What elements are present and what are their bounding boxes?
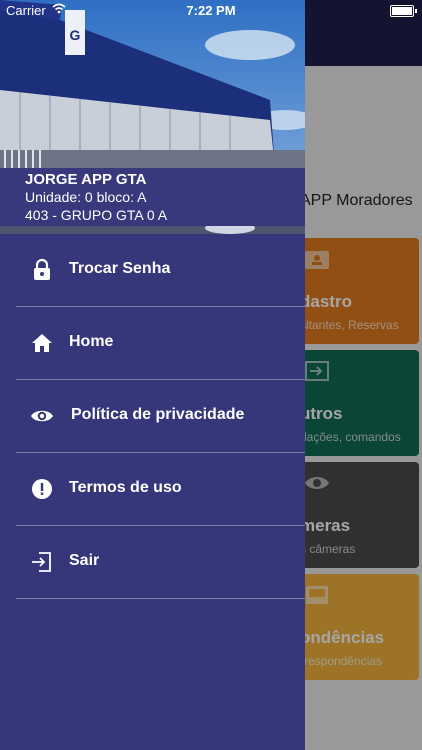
menu-item-politica[interactable]: Política de privacidade: [16, 380, 305, 453]
menu-item-label: Trocar Senha: [69, 260, 171, 277]
svg-text:G: G: [70, 27, 81, 43]
drawer-header: G JORGE APP GTA Unidade: 0 bloco: A 403 …: [0, 0, 305, 234]
menu-item-label: Home: [69, 333, 114, 350]
menu-item-trocar-senha[interactable]: Trocar Senha: [16, 234, 305, 307]
exit-icon: [32, 552, 51, 572]
alert-icon: [32, 479, 52, 499]
navigation-drawer: G JORGE APP GTA Unidade: 0 bloco: A 403 …: [0, 0, 305, 750]
menu-item-label: Termos de uso: [69, 479, 182, 496]
status-bar: Carrier 7:22 PM: [0, 0, 422, 22]
drawer-menu: Trocar Senha Home Política de privacidad…: [0, 234, 305, 599]
user-info: JORGE APP GTA Unidade: 0 bloco: A 403 - …: [0, 168, 305, 226]
battery-icon: [390, 5, 417, 17]
user-name: JORGE APP GTA: [25, 171, 147, 188]
lock-icon: [34, 258, 50, 280]
menu-item-termos[interactable]: Termos de uso: [16, 453, 305, 526]
clock: 7:22 PM: [186, 3, 236, 18]
user-group: 403 - GRUPO GTA 0 A: [25, 207, 168, 223]
home-icon: [32, 334, 52, 352]
user-unit: Unidade: 0 bloco: A: [25, 189, 147, 205]
menu-item-label: Sair: [69, 552, 100, 569]
menu-item-home[interactable]: Home: [16, 307, 305, 380]
menu-item-label: Política de privacidade: [71, 406, 245, 423]
eye-icon: [31, 410, 53, 422]
menu-item-sair[interactable]: Sair: [16, 526, 305, 599]
